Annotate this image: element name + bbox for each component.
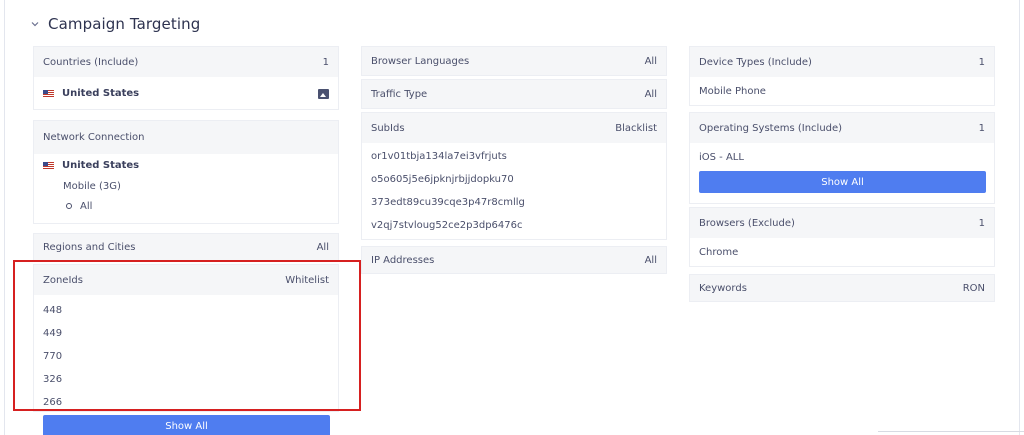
- regions-card: Regions and Cities All: [33, 233, 339, 261]
- browser-languages-label: Browser Languages: [371, 55, 470, 67]
- network-country: United States: [62, 159, 140, 171]
- traffic-type-label: Traffic Type: [371, 88, 428, 100]
- zoneids-label: ZoneIds: [43, 274, 83, 286]
- countries-count: 1: [322, 56, 329, 68]
- regions-header[interactable]: Regions and Cities All: [34, 234, 338, 260]
- operating-systems-count: 1: [978, 122, 985, 134]
- device-type-value: Mobile Phone: [699, 85, 766, 97]
- operating-systems-label: Operating Systems (Include): [699, 122, 843, 134]
- zoneid-item: 326: [43, 374, 63, 385]
- us-flag-icon: [43, 90, 54, 97]
- subids-label: SubIds: [371, 122, 405, 134]
- device-types-header[interactable]: Device Types (Include) 1: [690, 47, 994, 77]
- keywords-card: Keywords RON: [689, 274, 995, 302]
- os-show-all-button[interactable]: Show All: [699, 171, 986, 193]
- network-type: Mobile (3G): [63, 180, 121, 192]
- keywords-header[interactable]: Keywords RON: [690, 275, 994, 301]
- regions-value: All: [316, 241, 329, 253]
- regions-label: Regions and Cities: [43, 241, 136, 253]
- device-types-label: Device Types (Include): [699, 56, 812, 68]
- browsers-label: Browsers (Exclude): [699, 217, 795, 229]
- countries-header[interactable]: Countries (Include) 1: [34, 47, 338, 77]
- ip-addresses-card: IP Addresses All: [361, 246, 667, 274]
- browser-languages-card: Browser Languages All: [361, 46, 667, 76]
- browser-value: Chrome: [699, 246, 739, 258]
- zoneid-item: 449: [43, 328, 63, 339]
- subid-item: v2qj7stvloug52ce2p3dp6476c: [371, 220, 523, 231]
- zoneids-mode: Whitelist: [285, 274, 329, 286]
- subid-item: 373edt89cu39cqe3p47r8cmllg: [371, 197, 525, 208]
- divider: [878, 431, 1024, 432]
- ip-addresses-header[interactable]: IP Addresses All: [362, 247, 666, 273]
- us-flag-icon: [43, 161, 54, 169]
- ip-addresses-value: All: [644, 254, 657, 266]
- country-value: United States: [62, 88, 140, 99]
- traffic-type-value: All: [644, 88, 657, 100]
- operating-systems-header[interactable]: Operating Systems (Include) 1: [690, 113, 994, 143]
- network-card: Network Connection United States Mobile …: [33, 120, 339, 224]
- countries-label: Countries (Include): [43, 56, 139, 68]
- zoneid-item: 770: [43, 351, 63, 362]
- image-icon[interactable]: [318, 88, 329, 99]
- ip-addresses-label: IP Addresses: [371, 254, 435, 266]
- circle-icon: [66, 203, 72, 209]
- network-header[interactable]: Network Connection: [34, 121, 338, 154]
- zoneid-item: 448: [43, 305, 63, 316]
- section-header[interactable]: Campaign Targeting: [28, 12, 200, 36]
- zoneids-card: ZoneIds Whitelist 448 449 770 326 266: [33, 264, 339, 412]
- operating-systems-card: Operating Systems (Include) 1 iOS - ALL …: [689, 112, 995, 204]
- network-option: All: [80, 200, 93, 212]
- keywords-value: RON: [962, 282, 985, 294]
- zoneids-header[interactable]: ZoneIds Whitelist: [34, 265, 338, 295]
- subid-item: or1v01tbja134la7ei3vfrjuts: [371, 151, 507, 162]
- subid-item: o5o605j5e6jpknjrbjjdopku70: [371, 174, 514, 185]
- subids-mode: Blacklist: [615, 122, 657, 134]
- traffic-type-header[interactable]: Traffic Type All: [362, 80, 666, 108]
- zoneids-show-all-button[interactable]: Show All: [43, 415, 330, 435]
- subids-card: SubIds Blacklist or1v01tbja134la7ei3vfrj…: [361, 112, 667, 240]
- browsers-header[interactable]: Browsers (Exclude) 1: [690, 208, 994, 238]
- network-label: Network Connection: [43, 132, 145, 143]
- traffic-type-card: Traffic Type All: [361, 79, 667, 109]
- operating-system-value: iOS - ALL: [699, 151, 744, 163]
- device-types-count: 1: [978, 56, 985, 68]
- section-title: Campaign Targeting: [48, 15, 201, 33]
- countries-card: Countries (Include) 1 United States: [33, 46, 339, 110]
- subids-header[interactable]: SubIds Blacklist: [362, 113, 666, 143]
- chevron-down-icon[interactable]: [28, 17, 42, 31]
- keywords-label: Keywords: [699, 282, 747, 294]
- browsers-count: 1: [978, 217, 985, 229]
- device-types-card: Device Types (Include) 1 Mobile Phone: [689, 46, 995, 106]
- browsers-card: Browsers (Exclude) 1 Chrome: [689, 207, 995, 267]
- zoneid-item: 266: [43, 397, 63, 408]
- browser-languages-value: All: [644, 55, 657, 67]
- browser-languages-header[interactable]: Browser Languages All: [362, 47, 666, 75]
